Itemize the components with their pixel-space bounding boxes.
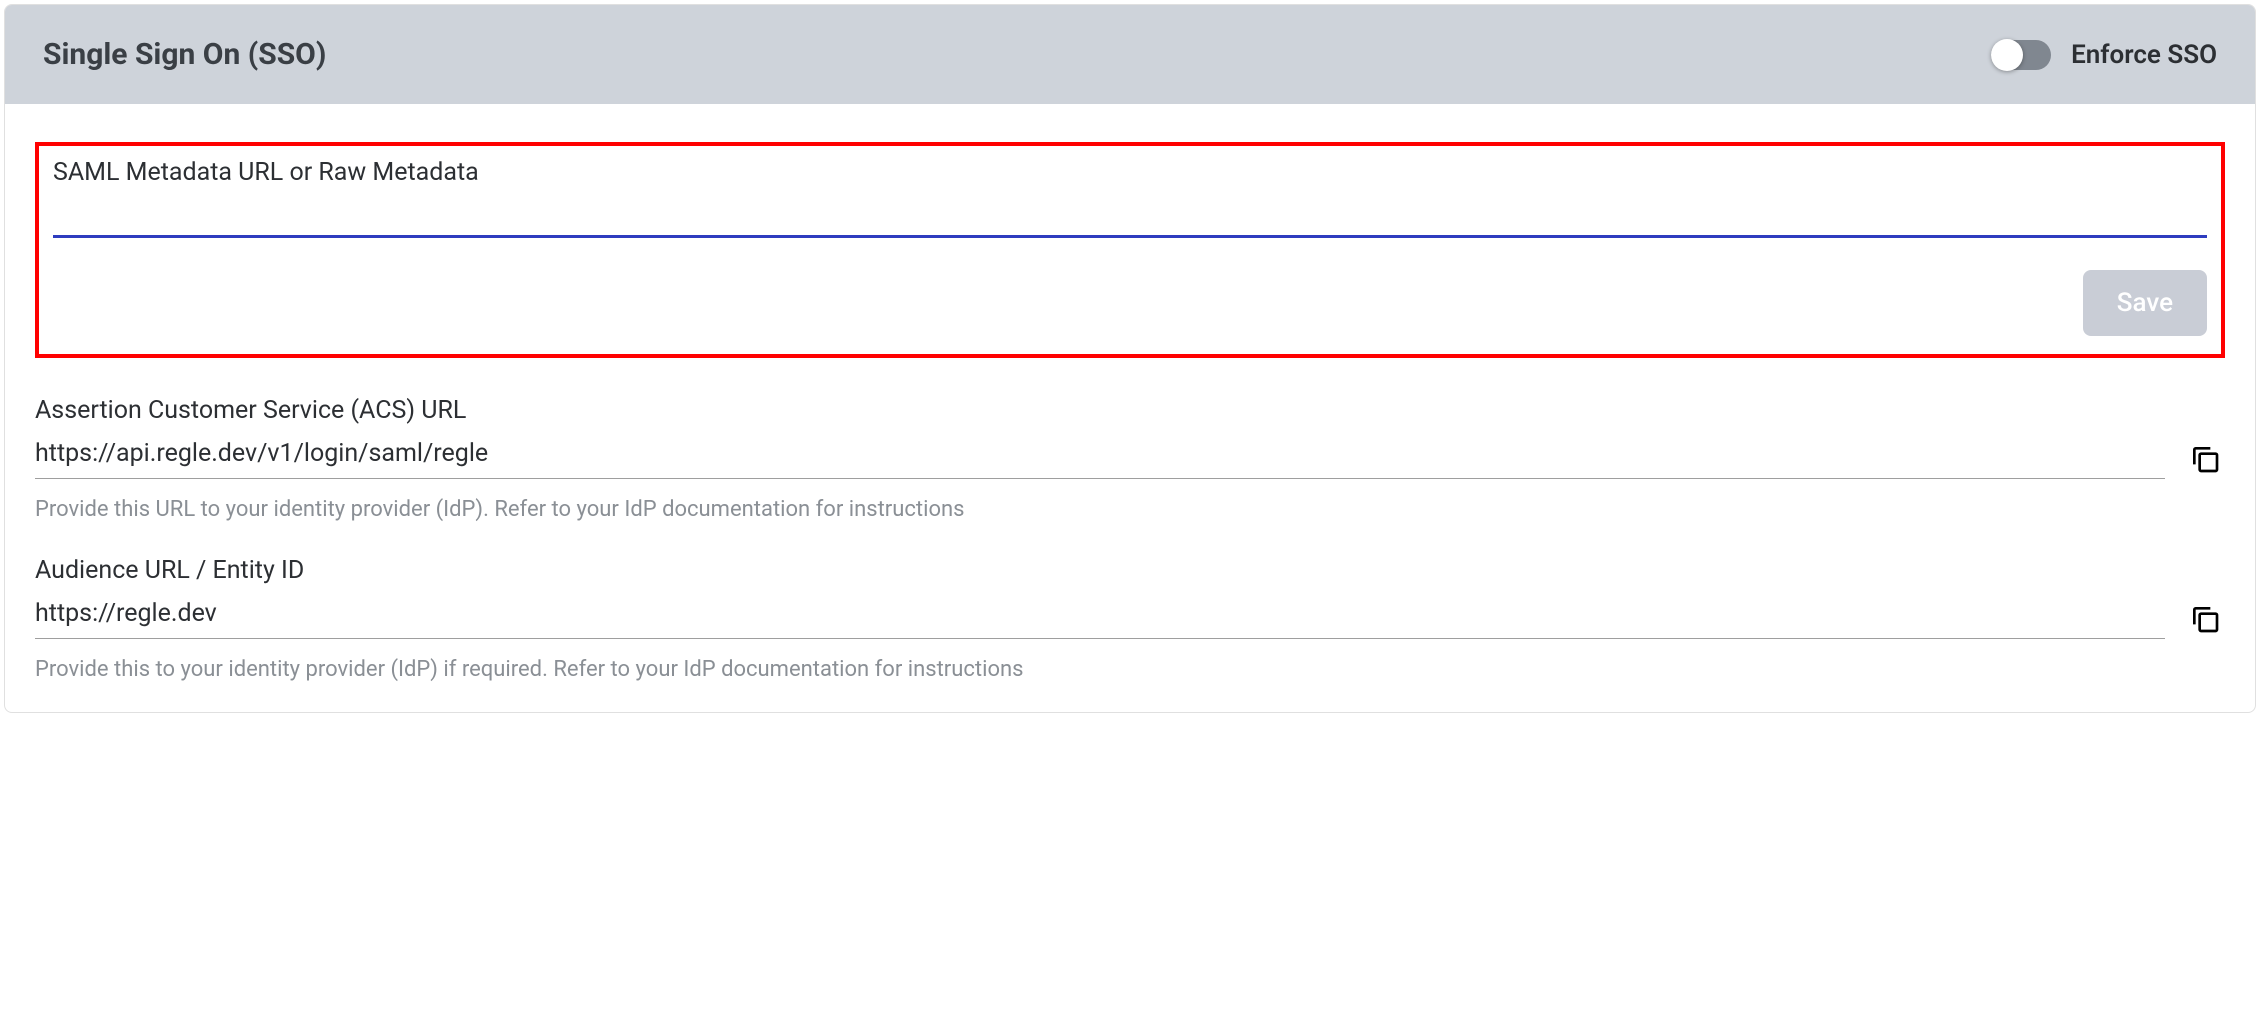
card-title: Single Sign On (SSO) — [43, 37, 326, 72]
audience-field: Audience URL / Entity ID https://regle.d… — [35, 556, 2225, 682]
enforce-sso-toggle-wrap: Enforce SSO — [1991, 40, 2217, 70]
metadata-label: SAML Metadata URL or Raw Metadata — [53, 158, 2207, 187]
audience-label: Audience URL / Entity ID — [35, 556, 2225, 585]
enforce-sso-toggle[interactable] — [1991, 40, 2051, 70]
metadata-highlight-box: SAML Metadata URL or Raw Metadata Save — [35, 142, 2225, 358]
copy-icon — [2189, 603, 2221, 635]
sso-settings-card: Single Sign On (SSO) Enforce SSO SAML Me… — [4, 4, 2256, 713]
acs-copy-button[interactable] — [2185, 439, 2225, 479]
acs-label: Assertion Customer Service (ACS) URL — [35, 396, 2225, 425]
toggle-knob — [1991, 39, 2023, 71]
card-header: Single Sign On (SSO) Enforce SSO — [5, 5, 2255, 104]
audience-copy-button[interactable] — [2185, 599, 2225, 639]
audience-value: https://regle.dev — [35, 599, 2165, 639]
acs-field: Assertion Customer Service (ACS) URL htt… — [35, 396, 2225, 522]
metadata-input[interactable] — [53, 193, 2207, 238]
audience-hint: Provide this to your identity provider (… — [35, 657, 2225, 682]
acs-value: https://api.regle.dev/v1/login/saml/regl… — [35, 439, 2165, 479]
acs-row: https://api.regle.dev/v1/login/saml/regl… — [35, 439, 2225, 479]
card-body: SAML Metadata URL or Raw Metadata Save A… — [5, 104, 2255, 712]
enforce-sso-label: Enforce SSO — [2071, 40, 2217, 70]
copy-icon — [2189, 443, 2221, 475]
save-button[interactable]: Save — [2083, 270, 2207, 336]
save-row: Save — [53, 270, 2207, 336]
audience-row: https://regle.dev — [35, 599, 2225, 639]
acs-hint: Provide this URL to your identity provid… — [35, 497, 2225, 522]
